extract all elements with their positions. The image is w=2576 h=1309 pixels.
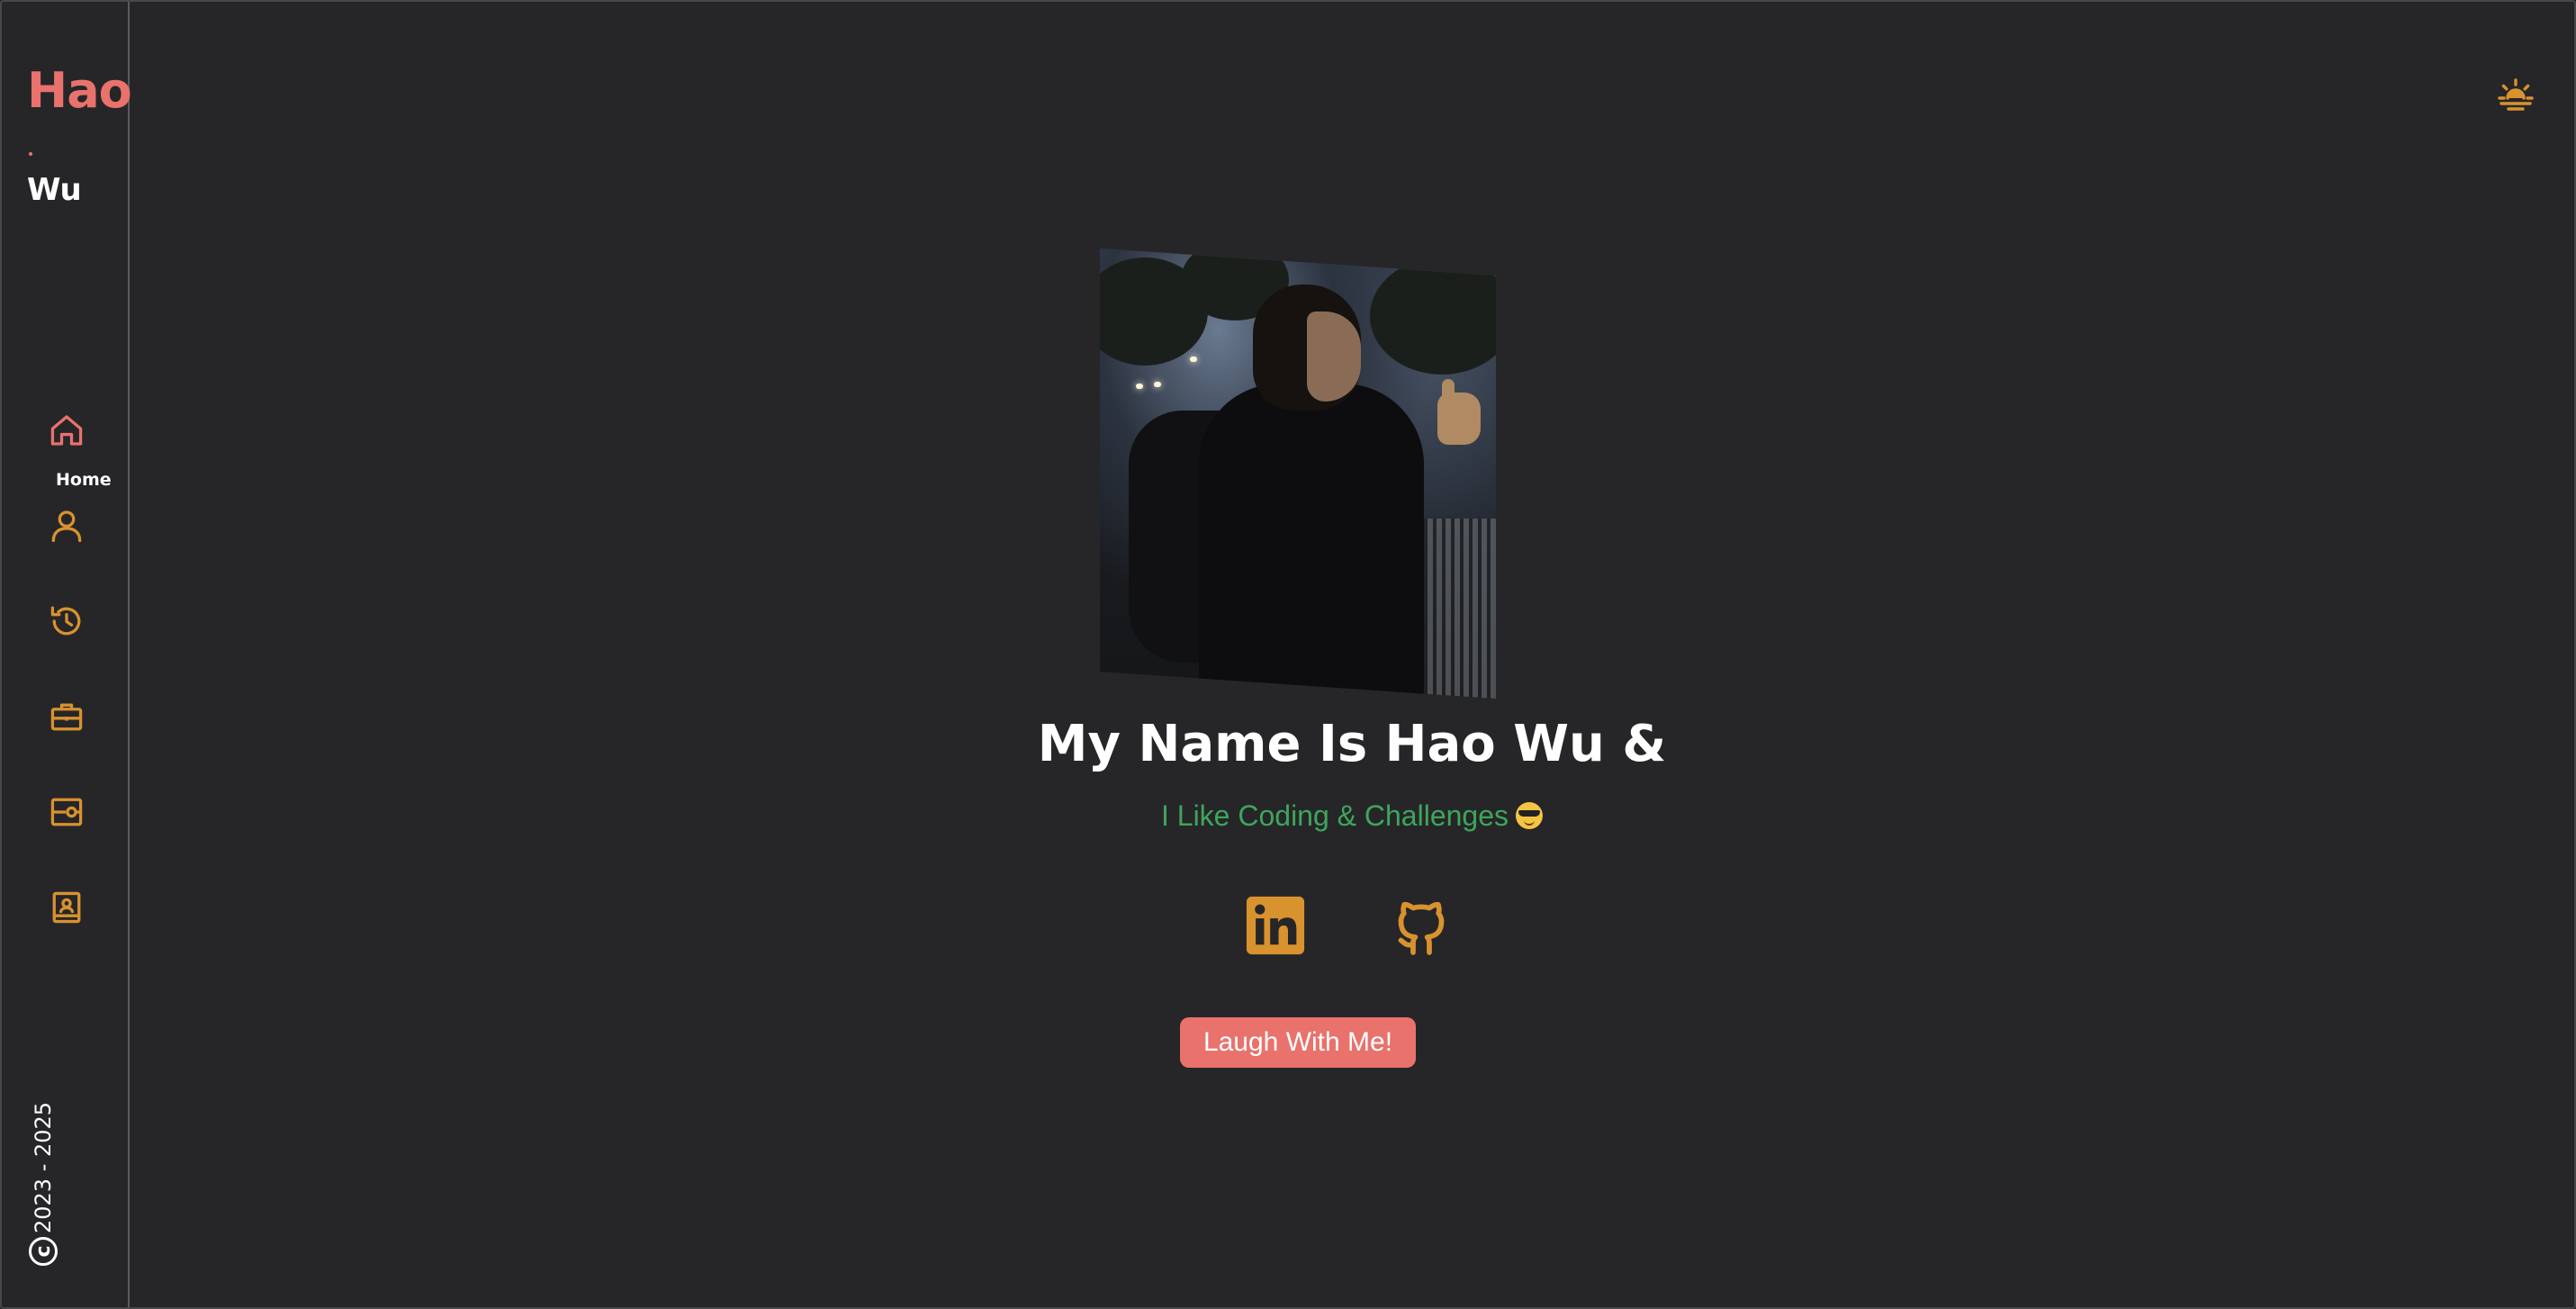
sidebar-item-contact[interactable]	[41, 884, 92, 934]
sidebar: Hao Wu Home c 2023 - 2025	[2, 2, 132, 1307]
social-links	[126, 893, 2571, 961]
app-frame: Hao Wu Home c 2023 - 2025 My Name Is Hao…	[0, 0, 2576, 1309]
contact-icon	[47, 888, 86, 931]
copyright: c 2023 - 2025	[29, 1086, 65, 1266]
hero-headline: My Name Is Hao Wu &	[1037, 715, 1667, 773]
briefcase-icon	[47, 697, 86, 740]
laugh-with-me-button[interactable]: Laugh With Me!	[1180, 1017, 1416, 1068]
copyright-icon: c	[29, 1237, 58, 1266]
sunglasses-emoji-icon	[1516, 802, 1543, 829]
sun-theme-icon	[2494, 71, 2537, 118]
brand-logo[interactable]: Hao Wu	[27, 67, 132, 208]
theme-toggle-button[interactable]	[2490, 68, 2542, 121]
sidebar-item-history[interactable]	[41, 598, 92, 648]
history-icon	[47, 601, 86, 645]
hero-tagline: I Like Coding & Challenges	[130, 799, 2574, 833]
sidebar-item-about[interactable]	[41, 502, 92, 553]
profile-photo	[1100, 248, 1496, 699]
linkedin-icon	[1244, 894, 1307, 961]
user-icon	[47, 506, 86, 549]
sidebar-active-label: Home	[56, 470, 112, 490]
github-icon	[1389, 891, 1454, 963]
brand-last-name: Wu	[27, 172, 82, 208]
sidebar-item-projects[interactable]	[41, 789, 92, 839]
sidebar-item-home[interactable]	[41, 407, 92, 457]
copyright-years: 2023 - 2025	[31, 1101, 56, 1233]
sidebar-item-experience[interactable]	[41, 693, 92, 744]
project-icon	[47, 792, 86, 835]
hero-tagline-text: I Like Coding & Challenges	[1160, 799, 1509, 832]
home-icon	[47, 411, 86, 454]
linkedin-link[interactable]	[1243, 893, 1308, 961]
github-link[interactable]	[1389, 893, 1454, 961]
brand-first-name: Hao	[27, 67, 132, 164]
brand-dot	[29, 152, 32, 156]
